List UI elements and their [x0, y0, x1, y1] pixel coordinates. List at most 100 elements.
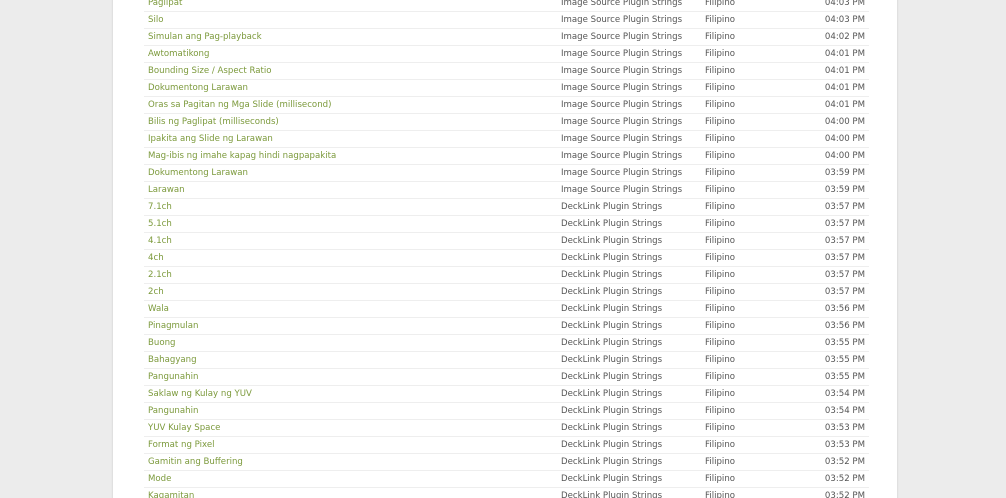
list-item: Ipakita ang Slide ng Larawan Image Source… — [144, 131, 869, 148]
language: Filipino — [705, 338, 736, 348]
list-item: Wala DeckLink Plugin Strings Filipino 03:56… — [144, 301, 869, 318]
string-link[interactable]: 4.1ch — [148, 233, 548, 249]
timestamp: 03:56 PM — [824, 304, 865, 314]
string-link[interactable]: Mag-ibis ng imahe kapag hindi nagpapakit… — [148, 148, 548, 164]
string-link[interactable]: Simulan ang Pag-playback — [148, 29, 548, 45]
string-link[interactable]: Bounding Size / Aspect Ratio — [148, 63, 548, 79]
project-name: Image Source Plugin Strings — [561, 32, 683, 42]
timestamp: 03:57 PM — [824, 253, 865, 263]
list-item: 7.1ch DeckLink Plugin Strings Filipino 03:5… — [144, 199, 869, 216]
project-name: DeckLink Plugin Strings — [561, 338, 663, 348]
project-name: DeckLink Plugin Strings — [561, 304, 663, 314]
timestamp: 03:54 PM — [824, 406, 865, 416]
string-link[interactable]: Silo — [148, 12, 548, 28]
string-link[interactable]: Format ng Pixel — [148, 437, 548, 453]
string-link[interactable]: Awtomatikong — [148, 46, 548, 62]
project-name: Image Source Plugin Strings — [561, 15, 683, 25]
timestamp: 04:02 PM — [824, 32, 865, 42]
language: Filipino — [705, 389, 736, 399]
list-item: Mag-ibis ng imahe kapag hindi nagpapakit… — [144, 148, 869, 165]
language: Filipino — [705, 372, 736, 382]
string-link[interactable]: 2.1ch — [148, 267, 548, 283]
project-name: DeckLink Plugin Strings — [561, 406, 663, 416]
string-link[interactable]: Oras sa Pagitan ng Mga Slide (millisecon… — [148, 97, 548, 113]
list-item: Pangunahin DeckLink Plugin Strings Filipin… — [144, 369, 869, 386]
project-name: DeckLink Plugin Strings — [561, 474, 663, 484]
timestamp: 03:53 PM — [824, 440, 865, 450]
string-link[interactable]: Kagamitan — [148, 488, 548, 498]
string-link[interactable]: YUV Kulay Space — [148, 420, 548, 436]
list-item: Dokumentong Larawan Image Source Plugin S… — [144, 165, 869, 182]
project-name: Image Source Plugin Strings — [561, 100, 683, 110]
language: Filipino — [705, 83, 736, 93]
project-name: Image Source Plugin Strings — [561, 151, 683, 161]
string-link[interactable]: Bahagyang — [148, 352, 548, 368]
timestamp: 03:57 PM — [824, 236, 865, 246]
language: Filipino — [705, 32, 736, 42]
list-item: 5.1ch DeckLink Plugin Strings Filipino 03:5… — [144, 216, 869, 233]
timestamp: 03:53 PM — [824, 423, 865, 433]
timestamp: 04:01 PM — [824, 66, 865, 76]
string-link[interactable]: Ipakita ang Slide ng Larawan — [148, 131, 548, 147]
language: Filipino — [705, 134, 736, 144]
language: Filipino — [705, 253, 736, 263]
project-name: DeckLink Plugin Strings — [561, 440, 663, 450]
language: Filipino — [705, 457, 736, 467]
string-link[interactable]: Pangunahin — [148, 403, 548, 419]
timestamp: 03:59 PM — [824, 185, 865, 195]
language: Filipino — [705, 185, 736, 195]
list-item: Paglipat Image Source Plugin Strings Filip… — [144, 0, 869, 12]
string-link[interactable]: 2ch — [148, 284, 548, 300]
string-link[interactable]: Pinagmulan — [148, 318, 548, 334]
timestamp: 03:57 PM — [824, 287, 865, 297]
string-link[interactable]: Bilis ng Paglipat (milliseconds) — [148, 114, 548, 130]
timestamp: 03:57 PM — [824, 219, 865, 229]
language: Filipino — [705, 287, 736, 297]
string-link[interactable]: Larawan — [148, 182, 548, 198]
string-link[interactable]: Gamitin ang Buffering — [148, 454, 548, 470]
language: Filipino — [705, 151, 736, 161]
string-link[interactable]: Dokumentong Larawan — [148, 80, 548, 96]
string-link[interactable]: 5.1ch — [148, 216, 548, 232]
list-item: Awtomatikong Image Source Plugin Strings F… — [144, 46, 869, 63]
language: Filipino — [705, 270, 736, 280]
project-name: DeckLink Plugin Strings — [561, 219, 663, 229]
string-link[interactable]: Pangunahin — [148, 369, 548, 385]
language: Filipino — [705, 117, 736, 127]
list-item: Oras sa Pagitan ng Mga Slide (millisecon… — [144, 97, 869, 114]
list-item: Gamitin ang Buffering DeckLink Plugin Str… — [144, 454, 869, 471]
string-link[interactable]: 7.1ch — [148, 199, 548, 215]
list-item: Bilis ng Paglipat (milliseconds) Image So… — [144, 114, 869, 131]
timestamp: 04:01 PM — [824, 100, 865, 110]
list-item: Pangunahin DeckLink Plugin Strings Filipin… — [144, 403, 869, 420]
language: Filipino — [705, 100, 736, 110]
list-item: Pinagmulan DeckLink Plugin Strings Filipin… — [144, 318, 869, 335]
list-item: Kagamitan DeckLink Plugin Strings Filipino… — [144, 488, 869, 498]
list-item: YUV Kulay Space DeckLink Plugin Strings Fi… — [144, 420, 869, 437]
list-item: Bahagyang DeckLink Plugin Strings Filipino… — [144, 352, 869, 369]
string-link[interactable]: Paglipat — [148, 0, 548, 11]
string-link[interactable]: Mode — [148, 471, 548, 487]
project-name: DeckLink Plugin Strings — [561, 457, 663, 467]
string-link[interactable]: Saklaw ng Kulay ng YUV — [148, 386, 548, 402]
timestamp: 03:59 PM — [824, 168, 865, 178]
string-link[interactable]: Buong — [148, 335, 548, 351]
language: Filipino — [705, 236, 736, 246]
timestamp: 04:00 PM — [824, 134, 865, 144]
timestamp: 04:00 PM — [824, 151, 865, 161]
string-link[interactable]: 4ch — [148, 250, 548, 266]
project-name: Image Source Plugin Strings — [561, 0, 683, 8]
list-item: Simulan ang Pag-playback Image Source Plu… — [144, 29, 869, 46]
project-name: DeckLink Plugin Strings — [561, 253, 663, 263]
project-name: DeckLink Plugin Strings — [561, 202, 663, 212]
string-link[interactable]: Wala — [148, 301, 548, 317]
language: Filipino — [705, 355, 736, 365]
project-name: DeckLink Plugin Strings — [561, 372, 663, 382]
language: Filipino — [705, 440, 736, 450]
timestamp: 03:52 PM — [824, 491, 865, 498]
project-name: DeckLink Plugin Strings — [561, 287, 663, 297]
timestamp: 03:57 PM — [824, 270, 865, 280]
timestamp: 03:52 PM — [824, 474, 865, 484]
string-link[interactable]: Dokumentong Larawan — [148, 165, 548, 181]
project-name: DeckLink Plugin Strings — [561, 321, 663, 331]
